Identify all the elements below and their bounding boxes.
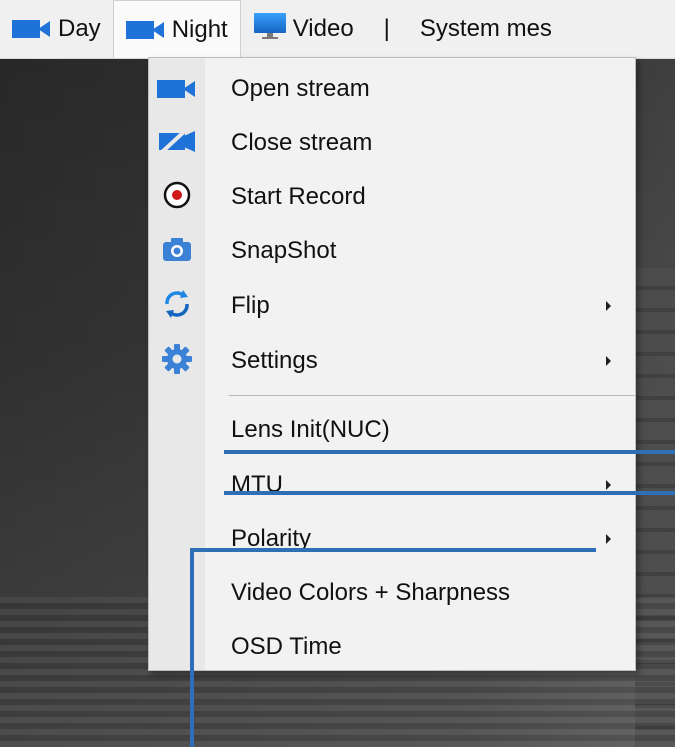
menu-item-start-record[interactable]: Start Record xyxy=(149,170,635,224)
annotation-line xyxy=(190,548,194,747)
monitor-icon xyxy=(253,12,287,47)
menu-bar: Day Night Video | System mes xyxy=(0,0,675,59)
menu-item-label: Open stream xyxy=(231,75,370,102)
menu-day[interactable]: Day xyxy=(0,0,113,58)
record-icon xyxy=(162,180,192,215)
menu-item-label: Lens Init(NUC) xyxy=(231,416,390,443)
menu-item-mtu[interactable]: MTU xyxy=(149,458,635,512)
menu-item-open-stream[interactable]: Open stream xyxy=(149,62,635,116)
menu-system-label: System mes xyxy=(419,15,552,42)
camera-icon xyxy=(125,20,166,39)
annotation-line xyxy=(224,450,675,454)
menu-item-label: Video Colors + Sharpness xyxy=(231,579,511,606)
camera-off-icon xyxy=(157,127,197,159)
submenu-arrow-icon xyxy=(606,480,611,490)
photo-camera-icon xyxy=(161,235,193,268)
annotation-line xyxy=(224,491,675,495)
menu-item-label: SnapShot xyxy=(231,237,337,264)
menu-item-osd-time[interactable]: OSD Time xyxy=(149,620,635,674)
menu-video-label: Video xyxy=(292,15,354,42)
menu-item-flip[interactable]: Flip xyxy=(149,279,635,333)
submenu-arrow-icon xyxy=(606,534,611,544)
menu-separator: | xyxy=(383,15,390,42)
menu-video[interactable]: Video xyxy=(241,0,366,58)
camera-icon xyxy=(12,20,52,38)
menu-item-polarity[interactable]: Polarity xyxy=(149,512,635,566)
menu-item-label: Settings xyxy=(231,347,318,374)
menu-item-close-stream[interactable]: Close stream xyxy=(149,116,635,170)
rotate-icon xyxy=(161,288,193,325)
menu-night-label: Night xyxy=(171,15,228,43)
menu-item-label: OSD Time xyxy=(231,633,342,660)
menu-item-label: Start Record xyxy=(231,183,366,210)
menu-night[interactable]: Night xyxy=(112,0,241,58)
menu-item-video-colors[interactable]: Video Colors + Sharpness xyxy=(149,566,635,620)
menu-item-label: Flip xyxy=(231,292,270,319)
menu-item-label: Close stream xyxy=(231,129,373,156)
menu-day-label: Day xyxy=(58,15,101,42)
night-dropdown-menu: Open stream Close stream Start Record Sn… xyxy=(148,57,636,671)
submenu-arrow-icon xyxy=(606,356,611,366)
camera-icon xyxy=(157,80,197,98)
menu-item-settings[interactable]: Settings xyxy=(149,334,635,388)
gear-icon xyxy=(161,343,193,380)
menu-item-snapshot[interactable]: SnapShot xyxy=(149,224,635,278)
menu-item-lens-init[interactable]: Lens Init(NUC) xyxy=(149,403,635,457)
submenu-arrow-icon xyxy=(606,301,611,311)
menu-system-messages[interactable]: System mes xyxy=(408,0,564,58)
menu-divider xyxy=(229,395,635,396)
annotation-line xyxy=(190,548,596,552)
